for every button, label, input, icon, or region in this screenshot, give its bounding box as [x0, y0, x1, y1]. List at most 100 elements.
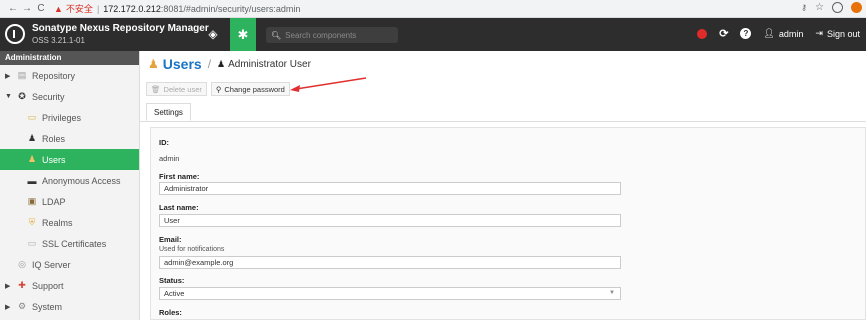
email-field[interactable]: admin@example.org [159, 256, 621, 269]
main-panel: ♟ Users / ♟ Administrator User 🗑︎ Delete… [140, 51, 866, 320]
iq-server-icon: ◎ [18, 259, 26, 269]
realms-icon: ⛨ [28, 217, 36, 227]
address-bar[interactable]: ▲ 不安全 | 172.172.0.212 :8081/#admin/secur… [54, 2, 300, 15]
roles-icon: ♟ [27, 133, 37, 143]
id-label: ID: [159, 138, 169, 147]
status-select[interactable]: Active ▼ [159, 287, 621, 300]
breadcrumb-current: Administrator User [228, 58, 311, 70]
repository-icon: ▤ [17, 70, 27, 80]
help-icon[interactable]: ? [740, 28, 752, 39]
sidebar-item-repository[interactable]: ▶ ▤ Repository [0, 65, 139, 86]
sidebar-item-ldap[interactable]: ▣ LDAP [0, 191, 139, 212]
sidebar-item-privileges[interactable]: ▭ Privileges [0, 107, 139, 128]
back-button[interactable]: ← [6, 3, 20, 14]
sidebar-item-system[interactable]: ▶ ⚙ System [0, 296, 139, 317]
collapse-icon: ▼ [5, 93, 12, 100]
nexus-logo-icon [5, 24, 25, 44]
trash-icon: 🗑︎ [151, 84, 161, 94]
sidebar-item-label: Realms [42, 217, 73, 228]
id-value: admin [159, 154, 180, 163]
browser-toolbar: ← → C ▲ 不安全 | 172.172.0.212 :8081/#admin… [0, 0, 866, 18]
anonymous-icon: ▬ [27, 175, 37, 186]
expand-icon: ▶ [5, 303, 11, 311]
users-icon: ♟ [148, 57, 159, 71]
sidebar-item-roles[interactable]: ♟ Roles [0, 128, 139, 149]
refresh-icon[interactable]: ⟳ [719, 27, 728, 40]
breadcrumb-users[interactable]: Users [163, 56, 202, 72]
key-icon[interactable]: ⚷ [801, 3, 807, 12]
browse-cube-icon[interactable]: ◈ [204, 25, 222, 43]
annotation-arrow [290, 77, 367, 92]
user-icon: 👤︎ [763, 28, 775, 38]
support-icon: ✚ [18, 280, 26, 290]
system-icon: ⚙ [17, 301, 27, 311]
users-icon: ♟ [27, 154, 37, 164]
expand-icon: ▶ [5, 282, 11, 290]
change-password-button[interactable]: ⚲ Change password [210, 82, 290, 96]
action-toolbar: 🗑︎ Delete user ⚲ Change password [146, 82, 290, 96]
user-label: admin [778, 28, 804, 39]
status-value: Active [164, 289, 185, 298]
first-name-label: First name: [159, 172, 200, 181]
last-name-field[interactable]: User [159, 214, 621, 227]
sidebar-item-label: Repository [32, 70, 76, 81]
profile-icon[interactable] [832, 2, 843, 13]
search-components[interactable]: 🔍︎ [266, 27, 398, 43]
alert-icon[interactable] [697, 28, 708, 39]
key-icon: ⚲ [215, 84, 222, 94]
url-path: :8081/#admin/security/users:admin [160, 3, 301, 14]
delete-user-label: Delete user [163, 84, 202, 94]
app-version: OSS 3.21.1-01 [32, 36, 85, 45]
user-settings-form: ID: admin First name: Administrator Last… [150, 127, 866, 320]
sidebar-item-ssl-certificates[interactable]: ▭ SSL Certificates [0, 233, 139, 254]
email-help-text: Used for notifications [159, 246, 225, 253]
app-title: Sonatype Nexus Repository Manager [32, 23, 209, 34]
signout-label: Sign out [826, 28, 860, 39]
admin-sidebar: Administration ▶ ▤ Repository ▼ ✪ Securi… [0, 51, 140, 320]
forward-button[interactable]: → [20, 3, 34, 14]
chevron-down-icon: ▼ [609, 290, 615, 296]
sidebar-item-realms[interactable]: ⛨ Realms [0, 212, 139, 233]
change-password-label: Change password [224, 84, 285, 94]
sidebar-item-label: SSL Certificates [42, 238, 107, 249]
sidebar-item-label: Privileges [42, 112, 82, 123]
reload-button[interactable]: C [34, 3, 48, 14]
signout-button[interactable]: ⇥ Sign out [815, 28, 860, 39]
user-button[interactable]: 👤︎ admin [763, 28, 803, 39]
sidebar-item-label: Roles [42, 133, 66, 144]
sidebar-item-security[interactable]: ▼ ✪ Security [0, 86, 139, 107]
sidebar-item-label: System [32, 301, 63, 312]
sidebar-item-users[interactable]: ♟ Users [0, 149, 139, 170]
admin-gear-icon[interactable]: ✱ [230, 18, 256, 51]
certificate-icon: ▭ [27, 238, 37, 248]
status-label: Status: [159, 276, 185, 285]
insecure-label: 不安全 [65, 4, 93, 14]
star-icon[interactable]: ☆ [815, 2, 824, 13]
first-name-field[interactable]: Administrator [159, 182, 621, 195]
app-header: Sonatype Nexus Repository Manager OSS 3.… [0, 18, 866, 51]
extension-icon[interactable] [851, 2, 862, 13]
sidebar-item-label: LDAP [42, 196, 66, 207]
ldap-icon: ▣ [27, 196, 37, 206]
sidebar-heading: Administration [0, 51, 139, 65]
sidebar-item-iq-server[interactable]: ◎ IQ Server [0, 254, 139, 275]
user-icon: ♟ [217, 58, 226, 69]
search-input[interactable] [285, 30, 396, 40]
email-label: Email: [159, 235, 182, 244]
url-host: 172.172.0.212 [103, 3, 161, 14]
browser-actions: ⚷ ☆ [801, 2, 862, 13]
security-icon: ✪ [18, 91, 26, 101]
expand-icon: ▶ [5, 72, 11, 80]
delete-user-button[interactable]: 🗑︎ Delete user [146, 82, 207, 96]
search-icon: 🔍︎ [271, 30, 282, 40]
sidebar-item-label: Support [32, 280, 64, 291]
sidebar-item-support[interactable]: ▶ ✚ Support [0, 275, 139, 296]
breadcrumb-separator: / [207, 57, 212, 71]
page-title: ♟ Users / ♟ Administrator User [148, 56, 311, 72]
sidebar-item-label: Users [42, 154, 66, 165]
tabs-bar: Settings [140, 103, 866, 122]
sidebar-item-anonymous-access[interactable]: ▬ Anonymous Access [0, 170, 139, 191]
header-actions: ⟳ ? 👤︎ admin ⇥ Sign out [697, 27, 860, 40]
sidebar-item-label: Anonymous Access [42, 175, 121, 186]
tab-settings[interactable]: Settings [146, 103, 191, 121]
